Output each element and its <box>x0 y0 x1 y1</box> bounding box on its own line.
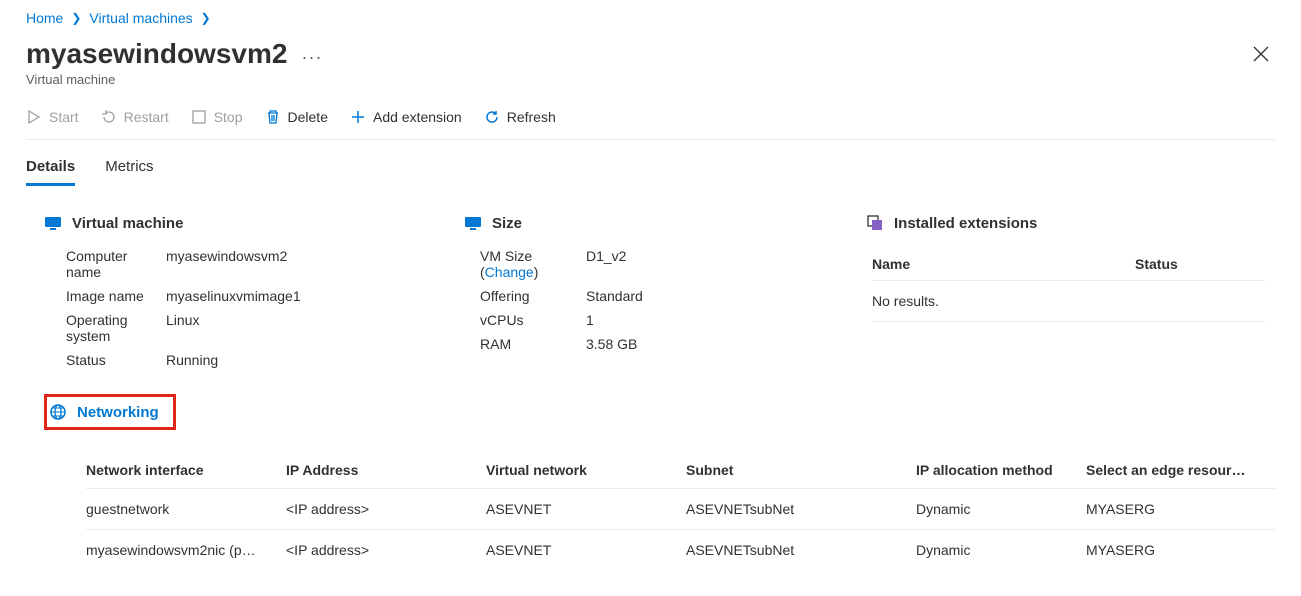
globe-icon <box>49 403 67 421</box>
breadcrumb-virtual-machines[interactable]: Virtual machines <box>89 10 192 26</box>
subnet-cell: ASEVNETsubNet <box>686 489 916 530</box>
table-row[interactable]: guestnetwork <IP address> ASEVNET ASEVNE… <box>86 489 1275 530</box>
size-section: Size VM Size (Change) D1_v2 OfferingStan… <box>446 214 866 430</box>
start-label: Start <box>49 109 79 125</box>
subnet-cell: ASEVNETsubNet <box>686 530 916 571</box>
stop-icon <box>191 109 207 125</box>
restart-button[interactable]: Restart <box>101 109 169 125</box>
trash-icon <box>265 109 281 125</box>
vm-section-heading: Virtual machine <box>72 215 183 232</box>
networking-label: Networking <box>77 404 159 421</box>
more-menu-button[interactable]: ··· <box>301 47 322 68</box>
extensions-no-results: No results. <box>872 281 1265 322</box>
chevron-right-icon: ❯ <box>71 11 81 25</box>
ram-value: 3.58 GB <box>586 336 637 352</box>
vcpus-value: 1 <box>586 312 594 328</box>
tab-details[interactable]: Details <box>26 158 75 186</box>
net-th-nic: Network interface <box>86 454 286 489</box>
extensions-heading: Installed extensions <box>894 215 1037 232</box>
page-subtitle: Virtual machine <box>26 72 1275 87</box>
delete-button[interactable]: Delete <box>265 109 328 125</box>
extension-icon <box>866 214 884 232</box>
status-value: Running <box>166 352 218 368</box>
plus-icon <box>350 109 366 125</box>
change-size-link[interactable]: Change <box>485 264 534 280</box>
networking-table: Network interface IP Address Virtual net… <box>26 454 1275 570</box>
computer-name-value: myasewindowsvm2 <box>166 248 287 280</box>
alloc-cell: Dynamic <box>916 530 1086 571</box>
add-extension-button[interactable]: Add extension <box>350 109 462 125</box>
ip-cell: <IP address> <box>286 530 486 571</box>
restart-label: Restart <box>124 109 169 125</box>
ram-label: RAM <box>446 336 586 352</box>
breadcrumb: Home ❯ Virtual machines ❯ <box>26 10 1275 26</box>
size-heading: Size <box>492 215 522 232</box>
nic-cell: myasewindowsvm2nic (p… <box>86 530 286 571</box>
monitor-icon <box>44 214 62 232</box>
net-th-alloc: IP allocation method <box>916 454 1086 489</box>
toolbar: Start Restart Stop Delete Add extension <box>26 109 1275 140</box>
offering-value: Standard <box>586 288 643 304</box>
edge-cell: MYASERG <box>1086 530 1275 571</box>
ext-status-header: Status <box>1135 256 1255 272</box>
os-value: Linux <box>166 312 199 344</box>
edge-cell: MYASERG <box>1086 489 1275 530</box>
refresh-label: Refresh <box>507 109 556 125</box>
nic-cell: guestnetwork <box>86 489 286 530</box>
tabs: Details Metrics <box>26 158 1275 186</box>
alloc-cell: Dynamic <box>916 489 1086 530</box>
image-name-value: myaselinuxvmimage1 <box>166 288 301 304</box>
ext-name-header: Name <box>872 256 910 272</box>
breadcrumb-home[interactable]: Home <box>26 10 63 26</box>
vm-size-label: VM Size (Change) <box>446 248 586 280</box>
networking-section-heading[interactable]: Networking <box>44 394 176 430</box>
stop-label: Stop <box>214 109 243 125</box>
close-icon <box>1253 46 1269 62</box>
tab-metrics[interactable]: Metrics <box>105 158 153 186</box>
net-th-edge: Select an edge resour… <box>1086 454 1275 489</box>
extensions-section: Installed extensions Name Status No resu… <box>866 214 1275 430</box>
play-icon <box>26 109 42 125</box>
start-button[interactable]: Start <box>26 109 79 125</box>
offering-label: Offering <box>446 288 586 304</box>
os-label: Operating system <box>26 312 166 344</box>
page-title: myasewindowsvm2 <box>26 38 287 70</box>
restart-icon <box>101 109 117 125</box>
vnet-cell: ASEVNET <box>486 489 686 530</box>
vm-size-value: D1_v2 <box>586 248 626 280</box>
vnet-cell: ASEVNET <box>486 530 686 571</box>
add-extension-label: Add extension <box>373 109 462 125</box>
status-label: Status <box>26 352 166 368</box>
image-name-label: Image name <box>26 288 166 304</box>
refresh-icon <box>484 109 500 125</box>
computer-name-label: Computer name <box>26 248 166 280</box>
virtual-machine-section: Virtual machine Computer namemyasewindow… <box>26 214 446 430</box>
close-button[interactable] <box>1247 40 1275 68</box>
refresh-button[interactable]: Refresh <box>484 109 556 125</box>
chevron-right-icon: ❯ <box>201 11 211 25</box>
net-th-vnet: Virtual network <box>486 454 686 489</box>
vcpus-label: vCPUs <box>446 312 586 328</box>
delete-label: Delete <box>288 109 328 125</box>
table-row[interactable]: myasewindowsvm2nic (p… <IP address> ASEV… <box>86 530 1275 571</box>
monitor-icon <box>464 214 482 232</box>
ip-cell: <IP address> <box>286 489 486 530</box>
net-th-ip: IP Address <box>286 454 486 489</box>
stop-button[interactable]: Stop <box>191 109 243 125</box>
net-th-subnet: Subnet <box>686 454 916 489</box>
